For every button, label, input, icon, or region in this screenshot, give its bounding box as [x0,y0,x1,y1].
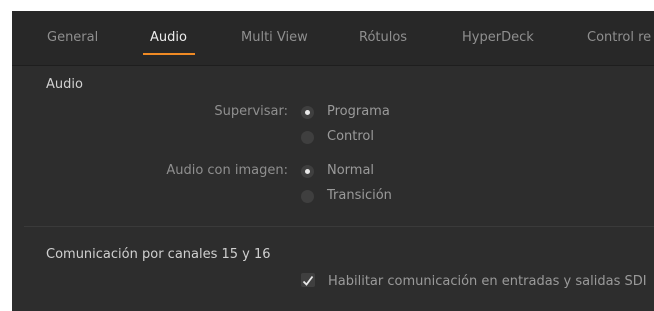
tab-audio[interactable]: Audio [150,30,187,45]
enable-talkback-checkbox[interactable] [301,273,315,287]
talkback-section-title: Comunicación por canales 15 y 16 [46,247,271,262]
tab-hyperdeck[interactable]: HyperDeck [462,30,534,45]
section-divider [24,226,654,227]
active-tab-indicator [143,53,195,55]
audio-follow-video-label: Audio con imagen: [166,163,288,178]
radio-transicion[interactable] [301,190,314,203]
option-transicion-label: Transición [327,188,392,203]
option-normal-label: Normal [327,163,375,178]
tab-rotulos[interactable]: Rótulos [359,30,407,45]
checkmark-icon [302,275,314,286]
radio-control[interactable] [301,131,314,144]
radio-programa[interactable] [301,106,314,119]
tab-general[interactable]: General [47,30,98,45]
settings-panel: General Audio Multi View Rótulos HyperDe… [12,11,654,311]
audio-section-title: Audio [46,77,83,92]
monitor-label: Supervisar: [214,104,288,119]
radio-normal[interactable] [301,165,314,178]
option-programa-label: Programa [327,104,390,119]
tab-bar: General Audio Multi View Rótulos HyperDe… [12,11,654,66]
option-control-label: Control [327,129,374,144]
tab-control-remoto[interactable]: Control re [587,30,651,45]
enable-talkback-label[interactable]: Habilitar comunicación en entradas y sal… [328,274,647,289]
tab-multi-view[interactable]: Multi View [241,30,308,45]
